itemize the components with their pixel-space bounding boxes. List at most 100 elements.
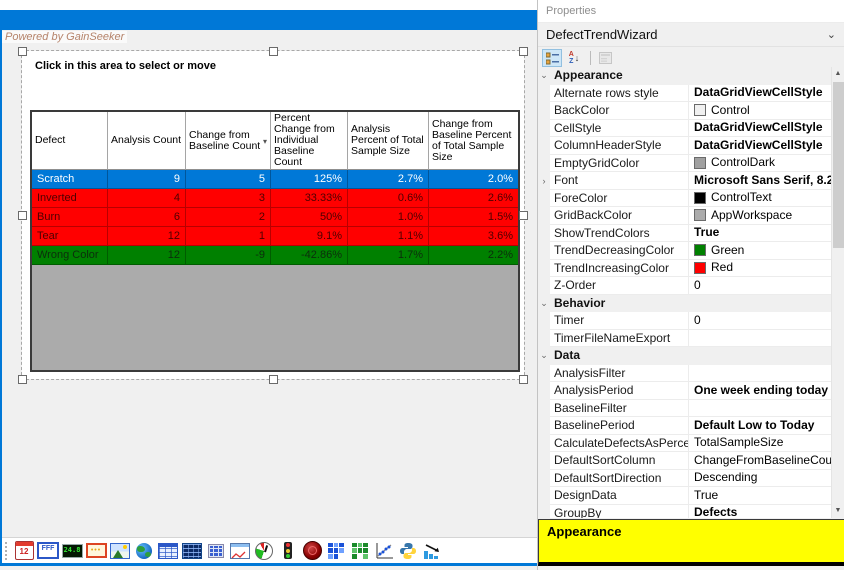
- property-row-analysisfilter[interactable]: AnalysisFilter: [538, 365, 831, 383]
- collapse-chevron-icon[interactable]: ⌄: [538, 295, 550, 313]
- column-header-percent-change-from-individual-baseline-count[interactable]: Percent Change from Individual Baseline …: [271, 112, 348, 170]
- property-grid-scrollbar[interactable]: ▲ ▼: [831, 67, 844, 518]
- selection-handle[interactable]: [519, 47, 528, 56]
- selection-handle[interactable]: [269, 375, 278, 384]
- property-row-z-order[interactable]: Z-Order0: [538, 277, 831, 295]
- selected-control-region[interactable]: Click in this area to select or move Def…: [22, 51, 524, 379]
- property-row-trendincreasingcolor[interactable]: TrendIncreasingColorRed: [538, 260, 831, 278]
- property-row-groupby[interactable]: GroupByDefects: [538, 505, 831, 519]
- expand-icon[interactable]: ›: [538, 172, 550, 190]
- property-row-alternate-rows-style[interactable]: Alternate rows styleDataGridViewCellStyl…: [538, 85, 831, 103]
- property-row-gridbackcolor[interactable]: GridBackColorAppWorkspace: [538, 207, 831, 225]
- property-value[interactable]: ControlDark: [689, 155, 831, 173]
- defect-row-burn[interactable]: Burn6250%1.0%1.5%: [32, 208, 518, 227]
- datagrid-icon[interactable]: [157, 540, 179, 562]
- selection-handle[interactable]: [519, 211, 528, 220]
- selection-handle[interactable]: [519, 375, 528, 384]
- property-row-showtrendcolors[interactable]: ShowTrendColorsTrue: [538, 225, 831, 243]
- defect-row-wrong-color[interactable]: Wrong Color12-9-42.86%1.7%2.2%: [32, 246, 518, 265]
- property-value[interactable]: TotalSampleSize: [689, 435, 831, 453]
- selection-handle[interactable]: [18, 211, 27, 220]
- property-value[interactable]: DataGridViewCellStyle: [689, 120, 831, 138]
- property-value[interactable]: ControlText: [689, 190, 831, 208]
- property-row-calculatedefectsaspercentof[interactable]: CalculateDefectsAsPercentOfTotalSampleSi…: [538, 435, 831, 453]
- property-value[interactable]: Default Low to Today: [689, 417, 831, 435]
- property-row-defaultsortdirection[interactable]: DefaultSortDirectionDescending: [538, 470, 831, 488]
- scroll-down-icon[interactable]: ▼: [832, 504, 844, 518]
- property-row-backcolor[interactable]: BackColorControl: [538, 102, 831, 120]
- property-category-appearance[interactable]: ⌄Appearance: [538, 67, 831, 85]
- property-row-trenddecreasingcolor[interactable]: TrendDecreasingColorGreen: [538, 242, 831, 260]
- property-category-behavior[interactable]: ⌄Behavior: [538, 295, 831, 313]
- property-value[interactable]: [689, 330, 831, 348]
- property-value[interactable]: True: [689, 225, 831, 243]
- property-value[interactable]: Microsoft Sans Serif, 8.25pt: [689, 172, 831, 190]
- property-row-defaultsortcolumn[interactable]: DefaultSortColumnChangeFromBaselineCount: [538, 452, 831, 470]
- property-value[interactable]: Descending: [689, 470, 831, 488]
- property-value[interactable]: DataGridViewCellStyle: [689, 85, 831, 103]
- keypad-icon[interactable]: [205, 540, 227, 562]
- property-value[interactable]: 0: [689, 277, 831, 295]
- defect-row-scratch[interactable]: Scratch95125%2.7%2.0%: [32, 170, 518, 189]
- property-value[interactable]: Green: [689, 242, 831, 260]
- property-value[interactable]: True: [689, 487, 831, 505]
- selection-handle[interactable]: [18, 375, 27, 384]
- property-value[interactable]: AppWorkspace: [689, 207, 831, 225]
- bar-trend-icon[interactable]: [421, 540, 443, 562]
- globe-icon[interactable]: [133, 540, 155, 562]
- property-value[interactable]: ChangeFromBaselineCount: [689, 452, 831, 470]
- categorized-icon[interactable]: [542, 49, 562, 67]
- column-header-change-from-baseline-count[interactable]: Change from Baseline Count▾: [186, 112, 271, 170]
- property-value[interactable]: [689, 400, 831, 418]
- scroll-up-icon[interactable]: ▲: [832, 67, 844, 81]
- collapse-chevron-icon[interactable]: ⌄: [538, 67, 550, 85]
- property-value[interactable]: Defects: [689, 505, 831, 519]
- datagrid-text-icon[interactable]: [181, 540, 203, 562]
- python-icon[interactable]: [397, 540, 419, 562]
- property-value[interactable]: Control: [689, 102, 831, 120]
- property-row-baselineperiod[interactable]: BaselinePeriodDefault Low to Today: [538, 417, 831, 435]
- column-header-defect[interactable]: Defect: [32, 112, 108, 170]
- traffic-light-icon[interactable]: [277, 540, 299, 562]
- scatter-plot-icon[interactable]: [373, 540, 395, 562]
- toolbar-grip[interactable]: [5, 542, 7, 560]
- digital-display-icon[interactable]: 24.8: [61, 540, 83, 562]
- property-row-analysisperiod[interactable]: AnalysisPeriodOne week ending today: [538, 382, 831, 400]
- selection-handle[interactable]: [269, 47, 278, 56]
- property-value[interactable]: DataGridViewCellStyle: [689, 137, 831, 155]
- chart-window-icon[interactable]: [229, 540, 251, 562]
- property-value[interactable]: 0: [689, 312, 831, 330]
- property-row-columnheaderstyle[interactable]: ColumnHeaderStyleDataGridViewCellStyle: [538, 137, 831, 155]
- blue-pixel-grid-icon[interactable]: [325, 540, 347, 562]
- red-knob-icon[interactable]: [301, 540, 323, 562]
- column-header-analysis-count[interactable]: Analysis Count: [108, 112, 186, 170]
- defect-row-tear[interactable]: Tear1219.1%1.1%3.6%: [32, 227, 518, 246]
- property-value[interactable]: One week ending today: [689, 382, 831, 400]
- property-value[interactable]: [689, 365, 831, 383]
- property-category-data[interactable]: ⌄Data: [538, 347, 831, 365]
- gauge-icon[interactable]: [253, 540, 275, 562]
- property-row-emptygridcolor[interactable]: EmptyGridColorControlDark: [538, 155, 831, 173]
- property-row-font[interactable]: ›FontMicrosoft Sans Serif, 8.25pt: [538, 172, 831, 190]
- property-row-cellstyle[interactable]: CellStyleDataGridViewCellStyle: [538, 120, 831, 138]
- property-row-forecolor[interactable]: ForeColorControlText: [538, 190, 831, 208]
- scrollbar-thumb[interactable]: [833, 82, 844, 248]
- object-selector-dropdown[interactable]: DefectTrendWizard ⌄: [538, 23, 844, 47]
- alphabetical-sort-icon[interactable]: AZ↓: [564, 49, 584, 67]
- fff-icon[interactable]: FFF: [37, 540, 59, 562]
- picture-icon[interactable]: [109, 540, 131, 562]
- property-row-baselinefilter[interactable]: BaselineFilter: [538, 400, 831, 418]
- collapse-chevron-icon[interactable]: ⌄: [538, 347, 550, 365]
- defect-trend-grid[interactable]: DefectAnalysis CountChange from Baseline…: [30, 110, 520, 372]
- column-header-analysis-percent-of-total-sample-size[interactable]: Analysis Percent of Total Sample Size: [348, 112, 429, 170]
- calendar-icon[interactable]: 12: [13, 540, 35, 562]
- led-marquee-icon[interactable]: •••: [85, 540, 107, 562]
- property-row-timer[interactable]: Timer0: [538, 312, 831, 330]
- property-row-timerfilenameexport[interactable]: TimerFileNameExport: [538, 330, 831, 348]
- selection-handle[interactable]: [18, 47, 27, 56]
- defect-row-inverted[interactable]: Inverted4333.33%0.6%2.6%: [32, 189, 518, 208]
- property-row-designdata[interactable]: DesignDataTrue: [538, 487, 831, 505]
- column-header-change-from-baseline-percent-of-total-sample-size[interactable]: Change from Baseline Percent of Total Sa…: [429, 112, 518, 170]
- green-pixel-grid-icon[interactable]: [349, 540, 371, 562]
- property-value[interactable]: Red: [689, 260, 831, 278]
